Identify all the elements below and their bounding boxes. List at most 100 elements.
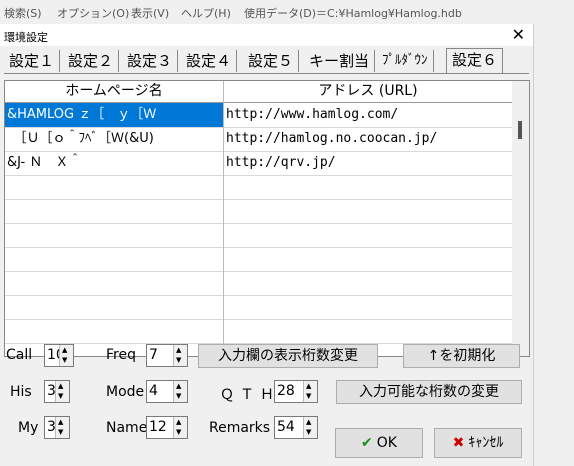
menu-search[interactable]: 検索(S) [4, 5, 42, 21]
freq-spinner[interactable]: 7 ▲ ▼ [146, 344, 188, 367]
homepage-name-cell[interactable] [5, 295, 224, 319]
tab-settings-3[interactable]: 設定３ [122, 50, 179, 72]
spin-down-icon[interactable]: ▼ [62, 356, 67, 365]
remarks-value[interactable]: 54 [277, 419, 295, 435]
homepage-name-cell[interactable] [5, 319, 224, 343]
change-max-digits-button[interactable]: 入力可能な桁数の変更 [336, 380, 522, 404]
spin-up-icon[interactable]: ▲ [62, 346, 67, 355]
menu-options[interactable]: オプション(O) [57, 5, 129, 21]
homepage-name-cell[interactable] [5, 199, 224, 223]
homepage-name-cell[interactable]: &HAMLOG ｚ［ ｙ［Ｗ [5, 103, 224, 127]
spinner-arrows[interactable]: ▲ ▼ [303, 417, 317, 438]
spin-up-icon[interactable]: ▲ [58, 418, 63, 427]
mode-spinner[interactable]: 4 ▲ ▼ [146, 380, 188, 403]
spin-up-icon[interactable]: ▲ [306, 418, 311, 427]
homepage-url-cell[interactable] [224, 223, 512, 247]
spinner-arrows[interactable]: ▲ ▼ [55, 417, 69, 438]
menu-view[interactable]: 表示(V) [131, 5, 169, 21]
spin-down-icon[interactable]: ▼ [306, 392, 311, 401]
spinner-arrows[interactable]: ▲ ▼ [173, 381, 187, 402]
spin-up-icon[interactable]: ▲ [176, 346, 181, 355]
homepage-url-cell[interactable] [224, 247, 512, 271]
spin-down-icon[interactable]: ▼ [176, 356, 181, 365]
spin-down-icon[interactable]: ▼ [306, 428, 311, 437]
spin-down-icon[interactable]: ▼ [176, 392, 181, 401]
mode-label: Mode [106, 384, 145, 400]
spinner-arrows[interactable]: ▲ ▼ [55, 381, 69, 402]
homepage-name-cell[interactable]: ［Ｕ［ｏ＾ﾌﾍﾞ［Ｗ(&U) [5, 127, 224, 151]
checkmark-icon: ✔ [361, 435, 373, 451]
column-header-url[interactable]: アドレス (URL) [224, 81, 512, 103]
homepage-name-cell[interactable]: &J- Ｎ Ｘ＾ [5, 151, 224, 175]
spin-down-icon[interactable]: ▼ [58, 392, 63, 401]
homepage-name-cell[interactable] [5, 247, 224, 271]
homepage-name-cell[interactable] [5, 175, 224, 199]
reset-button[interactable]: ↑を初期化 [403, 344, 520, 368]
tab-pulldown[interactable]: ﾌﾟﾙﾀﾞｳﾝ [377, 50, 434, 72]
menu-data-file[interactable]: 使用データ(D)＝C:¥Hamlog¥Hamlog.hdb [244, 5, 462, 21]
table-row[interactable] [5, 247, 512, 272]
table-row[interactable]: &HAMLOG ｚ［ ｙ［Ｗ http://www.hamlog.com/ [5, 103, 512, 128]
spinner-arrows[interactable]: ▲ ▼ [303, 381, 317, 402]
grid-scrollbar[interactable] [512, 80, 530, 357]
table-row[interactable] [5, 271, 512, 296]
dialog-title: 環境設定 [4, 31, 48, 44]
remarks-spinner[interactable]: 54 ▲ ▼ [274, 416, 318, 439]
menu-help[interactable]: ヘルプ(H) [181, 5, 231, 21]
freq-value[interactable]: 7 [149, 347, 158, 363]
homepage-url-cell[interactable] [224, 295, 512, 319]
tab-settings-5[interactable]: 設定５ [243, 50, 300, 72]
name-spinner[interactable]: 12 ▲ ▼ [146, 416, 188, 439]
change-display-digits-button[interactable]: 入力欄の表示桁数変更 [198, 344, 378, 368]
table-row[interactable]: ［Ｕ［ｏ＾ﾌﾍﾞ［Ｗ(&U) http://hamlog.no.coocan.jp… [5, 127, 512, 152]
spinner-arrows[interactable]: ▲ ▼ [173, 417, 187, 438]
spinner-arrows[interactable]: ▲ ▼ [59, 345, 73, 366]
homepage-url-cell[interactable]: http://hamlog.no.coocan.jp/ [224, 127, 512, 151]
his-spinner[interactable]: 3 ▲ ▼ [44, 380, 70, 403]
call-label: Call [6, 347, 33, 363]
homepage-name-cell[interactable] [5, 271, 224, 295]
table-row[interactable] [5, 295, 512, 320]
homepage-url-cell[interactable] [224, 319, 512, 343]
tab-key-assign[interactable]: キー割当 [304, 50, 376, 72]
cancel-button[interactable]: ✖ ｷｬﾝｾﾙ [434, 428, 522, 458]
spin-down-icon[interactable]: ▼ [176, 428, 181, 437]
homepage-grid[interactable]: ホームページ名 アドレス (URL) &HAMLOG ｚ［ ｙ［Ｗ http://… [4, 80, 513, 357]
tab-settings-6[interactable]: 設定６ [446, 48, 504, 73]
my-label: My [18, 420, 39, 436]
table-row[interactable] [5, 175, 512, 200]
homepage-url-cell[interactable] [224, 199, 512, 223]
spin-up-icon[interactable]: ▲ [306, 382, 311, 391]
table-row[interactable] [5, 223, 512, 248]
spin-down-icon[interactable]: ▼ [58, 428, 63, 437]
call-spinner[interactable]: 10 ▲ ▼ [44, 344, 74, 367]
ok-button[interactable]: ✔ OK [335, 428, 423, 458]
cancel-label: ｷｬﾝｾﾙ [468, 435, 504, 451]
column-header-name[interactable]: ホームページ名 [5, 81, 224, 103]
qth-label: ＱＴＨ [220, 387, 280, 403]
homepage-url-cell[interactable]: http://qrv.jp/ [224, 151, 512, 175]
spin-up-icon[interactable]: ▲ [176, 418, 181, 427]
tab-settings-1[interactable]: 設定１ [4, 50, 61, 72]
table-row[interactable] [5, 199, 512, 224]
qth-value[interactable]: 28 [277, 383, 295, 399]
name-value[interactable]: 12 [149, 419, 167, 435]
homepage-url-cell[interactable] [224, 175, 512, 199]
spinner-arrows[interactable]: ▲ ▼ [173, 345, 187, 366]
homepage-url-cell[interactable] [224, 271, 512, 295]
table-row[interactable]: &J- Ｎ Ｘ＾ http://qrv.jp/ [5, 151, 512, 176]
qth-spinner[interactable]: 28 ▲ ▼ [274, 380, 318, 403]
homepage-url-cell[interactable]: http://www.hamlog.com/ [224, 103, 512, 127]
mode-value[interactable]: 4 [149, 383, 158, 399]
his-label: His [10, 384, 32, 400]
homepage-name-cell[interactable] [5, 223, 224, 247]
spin-up-icon[interactable]: ▲ [176, 382, 181, 391]
spin-up-icon[interactable]: ▲ [58, 382, 63, 391]
table-row[interactable] [5, 319, 512, 344]
scrollbar-thumb[interactable] [518, 121, 522, 139]
tab-settings-4[interactable]: 設定４ [181, 50, 238, 72]
dialog-titlebar: 環境設定 ✕ [0, 24, 533, 46]
tab-settings-2[interactable]: 設定２ [63, 50, 120, 72]
my-spinner[interactable]: 3 ▲ ▼ [44, 416, 70, 439]
close-icon[interactable]: ✕ [512, 25, 525, 44]
